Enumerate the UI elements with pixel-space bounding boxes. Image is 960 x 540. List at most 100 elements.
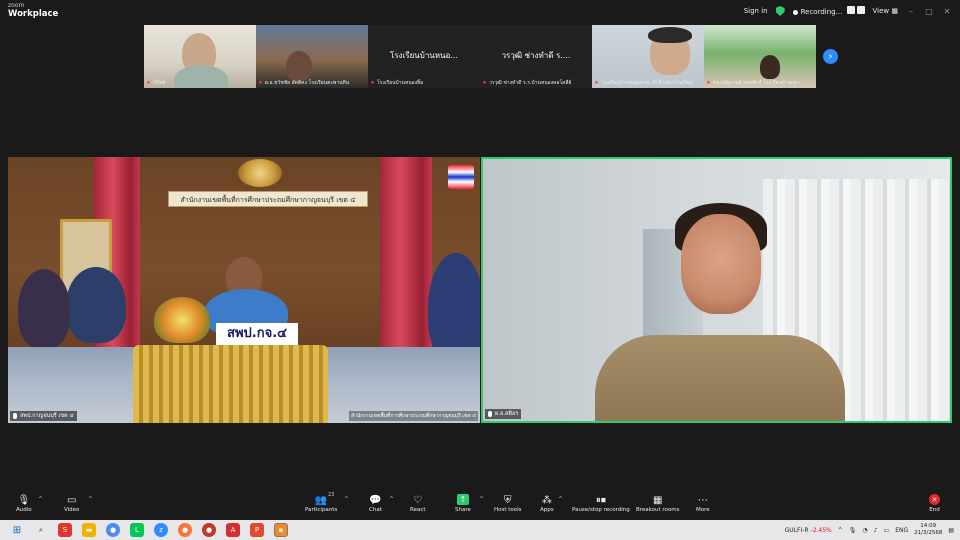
end-label: End <box>929 507 940 513</box>
table-drape <box>133 345 328 423</box>
tile-caption: วรวุฒิ ช่างทำดี ร.ร.บ้านหนองคอโคสีย์ <box>482 79 571 87</box>
presentation-app-icon[interactable]: P <box>250 523 264 537</box>
windows-start-icon[interactable]: ⊞ <box>10 523 24 537</box>
clock-time: 14:09 <box>920 523 937 529</box>
tile-caption-text: ผ.อ.ชวัชชัย สัตติคง โรงเรียนตะพานหิน <box>265 80 350 86</box>
video-button[interactable]: ▭ Video <box>64 493 80 514</box>
apps-icon: ⁂ <box>541 494 552 506</box>
s-app-icon[interactable]: S <box>58 523 72 537</box>
chrome-icon[interactable]: ● <box>106 523 120 537</box>
audio-options-chevron-icon[interactable]: ^ <box>38 496 43 503</box>
language-indicator[interactable]: ENG <box>895 527 908 534</box>
pdf-reader-icon[interactable]: A <box>226 523 240 537</box>
share-options-chevron-icon[interactable]: ^ <box>479 496 484 503</box>
participant-tile[interactable]: ของณัฐกานต์ กุลคติกร์ โรงเรียนบ้านเขา <box>704 25 816 88</box>
camera-icon: ▭ <box>66 494 77 506</box>
apps-button[interactable]: ⁂ Apps <box>540 493 554 514</box>
system-tray: GULFI-R -2.45% ^ 🎙 ◔ ♪ ▭ ENG 14:09 21/3/2… <box>779 520 954 540</box>
chat-bubble-icon: 💬 <box>369 494 382 506</box>
participant-tile[interactable]: วรวุฒิ ช่างทำดี ร.... วรวุฒิ ช่างทำดี ร.… <box>480 25 592 88</box>
line-icon[interactable]: L <box>130 523 144 537</box>
zoom-icon[interactable]: z <box>154 523 168 537</box>
chat-label: Chat <box>369 507 382 513</box>
end-button[interactable]: ✕ End <box>929 493 940 513</box>
app-logo: zoom Workplace <box>8 3 58 19</box>
tile-caption-text: ก็Nok <box>153 80 166 86</box>
video-watermark: สำนักงานเขตพื้นที่การศึกษาประถมศึกษากาญจ… <box>349 411 478 421</box>
brand-name: Workplace <box>8 9 59 19</box>
more-label: More <box>696 507 710 513</box>
react-label: React <box>410 507 426 513</box>
video-tile-meeting-room[interactable]: สำนักงานเขตพื้นที่การศึกษาประถมศึกษากาญจ… <box>8 157 480 423</box>
mic-icon <box>488 411 492 417</box>
tile-display-name: โรงเรียนบ้านหนอ... <box>390 51 458 60</box>
breakout-grid-icon: ▦ <box>653 494 663 506</box>
network-icon[interactable]: ◔ <box>862 527 867 534</box>
speaker-uniform <box>595 335 845 421</box>
share-arrow-icon: ↑ <box>456 494 469 505</box>
muted-mic-icon <box>483 80 486 84</box>
video-label: Video <box>64 507 80 513</box>
battery-icon[interactable]: ▭ <box>884 527 890 534</box>
view-grid-icon: ▦ <box>891 7 898 15</box>
participants-options-chevron-icon[interactable]: ^ <box>344 496 349 503</box>
video-options-chevron-icon[interactable]: ^ <box>88 496 93 503</box>
video-caption: ผ.อ.สตีอร <box>485 409 522 419</box>
tile-caption-text: วรวุฒิ ช่างทำดี ร.ร.บ้านหนองคอโคสีย์ <box>489 80 572 86</box>
sign-in-link[interactable]: Sign in <box>744 7 768 15</box>
mic-tray-icon[interactable]: 🎙 <box>849 527 857 534</box>
pause-stop-icon: ⏸⏹ <box>595 494 606 506</box>
chat-options-chevron-icon[interactable]: ^ <box>389 496 394 503</box>
shield-icon: ⛨ <box>504 494 512 506</box>
active-window-icon[interactable]: ▪ <box>274 523 288 537</box>
participant-tile[interactable]: โรงเรียนบ้านหนองแซ่ะ ภักดี เสนาโรงเรียน <box>592 25 704 88</box>
maximize-icon[interactable]: □ <box>924 7 934 16</box>
pause-recording-icon[interactable] <box>846 6 855 14</box>
more-dots-icon: ⋯ <box>697 494 708 506</box>
flag-emblem <box>448 165 474 189</box>
react-button[interactable]: ♡ React <box>410 493 426 514</box>
video-caption-text: สพป.กาญจนบุรี เขต ๔ <box>20 413 74 419</box>
breakout-rooms-button[interactable]: ▦ Breakout rooms <box>636 493 680 514</box>
meeting-toolbar: 🎙 Audio ^ ▭ Video ^ 👥 Participants 23 ^ … <box>0 490 960 520</box>
zoom-window: zoom Workplace Sign in Recording... View… <box>0 0 960 540</box>
participant-tile[interactable]: ก็Nok <box>144 25 256 88</box>
minimize-icon[interactable]: – <box>906 7 916 16</box>
clock[interactable]: 14:09 21/3/2568 <box>914 523 942 537</box>
notification-icon[interactable]: ▤ <box>948 527 954 534</box>
participants-label: Participants <box>305 507 338 513</box>
more-button[interactable]: ⋯ More <box>696 493 710 514</box>
volume-icon[interactable]: ♪ <box>874 527 878 534</box>
firefox-icon[interactable]: ● <box>178 523 192 537</box>
pause-stop-recording-button[interactable]: ⏸⏹ Pause/stop recording <box>572 493 630 514</box>
recording-label: Recording... <box>800 8 843 16</box>
security-shield-icon[interactable] <box>775 6 785 16</box>
stock-name: GULFI-R <box>784 526 809 534</box>
muted-mic-icon <box>147 80 150 84</box>
close-icon[interactable]: ✕ <box>942 7 952 16</box>
search-icon[interactable]: ⌕ <box>34 523 48 537</box>
audio-button[interactable]: 🎙 Audio <box>16 493 32 514</box>
share-button[interactable]: ↑ Share <box>455 493 471 513</box>
chat-button[interactable]: 💬 Chat <box>369 493 382 514</box>
tray-chevron-icon[interactable]: ^ <box>838 527 843 534</box>
office-banner: สำนักงานเขตพื้นที่การศึกษาประถมศึกษากาญจ… <box>168 191 368 207</box>
next-page-chevron-icon[interactable]: › <box>823 49 838 64</box>
microphone-icon: 🎙 <box>17 494 31 506</box>
file-explorer-icon[interactable]: ▬ <box>82 523 96 537</box>
participant-tile[interactable]: โรงเรียนบ้านหนอ... โรงเรียนบ้านหนองยิ้ม <box>368 25 480 88</box>
apps-options-chevron-icon[interactable]: ^ <box>558 496 563 503</box>
audio-label: Audio <box>16 507 32 513</box>
curtain-right <box>380 157 432 347</box>
recording-indicator[interactable]: Recording... <box>792 6 865 16</box>
view-button[interactable]: View ▦ <box>873 7 898 15</box>
muted-mic-icon <box>707 80 710 84</box>
video-tile-active-speaker[interactable]: ผ.อ.สตีอร <box>481 157 952 423</box>
tile-caption: ผ.อ.ชวัชชัย สัตติคง โรงเรียนตะพานหิน <box>258 79 349 87</box>
participant-tile[interactable]: ผ.อ.ชวัชชัย สัตติคง โรงเรียนตะพานหิน <box>256 25 368 88</box>
stock-widget[interactable]: GULFI-R -2.45% <box>785 527 832 534</box>
red-app-icon[interactable]: ● <box>202 523 216 537</box>
stop-recording-icon[interactable] <box>856 6 865 14</box>
participant-body <box>174 65 228 88</box>
host-tools-button[interactable]: ⛨ Host tools <box>494 493 522 514</box>
